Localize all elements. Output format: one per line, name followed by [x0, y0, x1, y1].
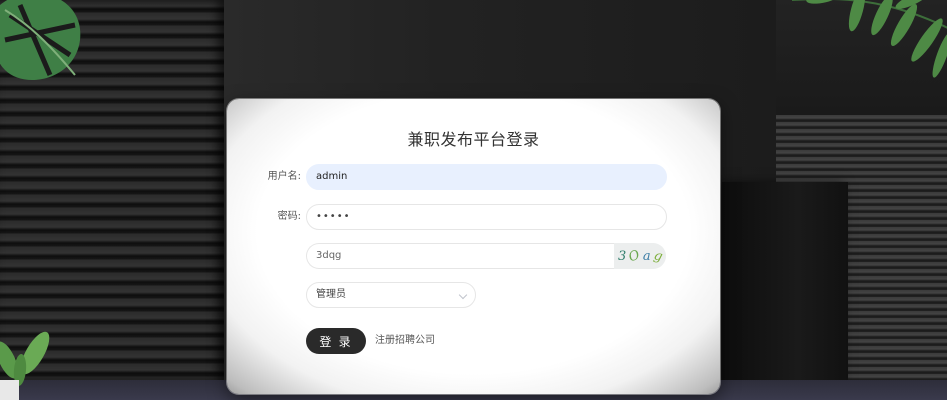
password-label: 密码: — [277, 211, 301, 222]
captcha-glyph: g — [651, 247, 664, 265]
login-card: 兼职发布平台登录 用户名: admin 密码: ••••• 3dqg 3 O a… — [227, 99, 720, 394]
captcha-glyph: 3 — [617, 248, 627, 264]
login-button[interactable]: 登 录 — [306, 328, 366, 354]
username-input[interactable]: admin — [306, 164, 667, 190]
role-select-value: 管理员 — [316, 289, 346, 300]
captcha-image[interactable]: 3 O a g — [614, 243, 666, 269]
username-label: 用户名: — [267, 171, 301, 182]
captcha-glyph: O — [627, 247, 643, 265]
potted-plant-decoration — [0, 331, 50, 400]
role-select[interactable]: 管理员 — [306, 282, 476, 308]
captcha-glyph: a — [642, 248, 651, 264]
monstera-leaf-decoration — [0, 0, 81, 80]
password-input[interactable]: ••••• — [306, 204, 667, 230]
page-title: 兼职发布平台登录 — [407, 130, 540, 149]
background-dark-panel — [722, 182, 848, 400]
captcha-input[interactable]: 3dqg — [306, 243, 616, 269]
chevron-down-icon — [458, 290, 468, 300]
register-company-link[interactable]: 注册招聘公司 — [375, 328, 435, 354]
fern-leaves-decoration — [792, 0, 947, 78]
